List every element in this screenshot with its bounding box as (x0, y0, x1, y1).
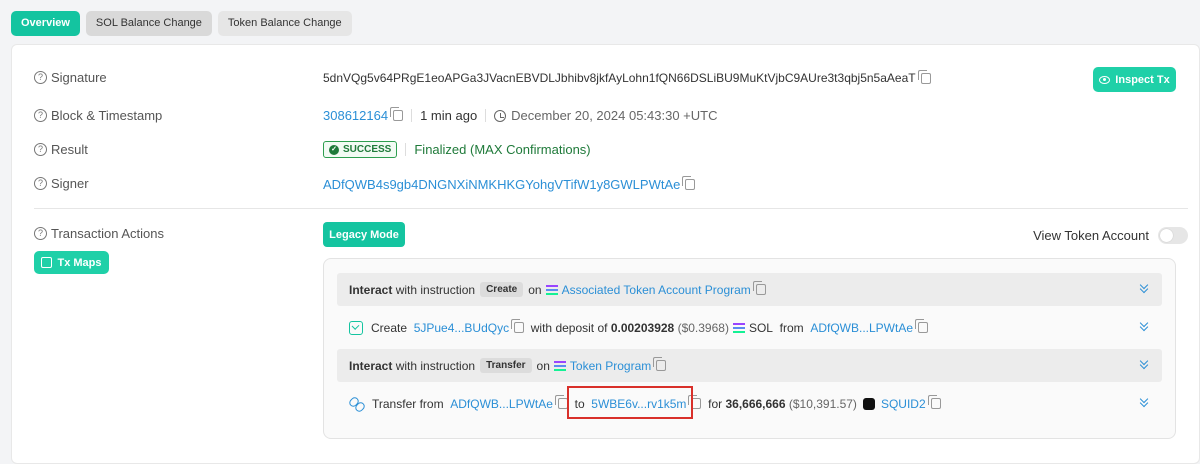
signer-label-row: ? Signer (34, 176, 89, 191)
block-value-row: 308612164 1 min ago December 20, 2024 05… (323, 107, 718, 123)
block-number-link[interactable]: 308612164 (323, 108, 388, 123)
from-text: from (779, 320, 804, 335)
block-label: Block & Timestamp (51, 108, 163, 123)
chevron-down-icon[interactable] (1139, 283, 1150, 294)
chevron-down-icon[interactable] (1139, 397, 1150, 408)
actions-label: Transaction Actions (51, 226, 164, 241)
eye-icon (1099, 75, 1111, 84)
for-text: for (708, 396, 723, 411)
divider (485, 109, 487, 122)
copy-icon[interactable] (653, 357, 667, 371)
deposit-amount: 0.00203928 (610, 320, 675, 335)
view-token-account-label: View Token Account (1033, 228, 1149, 243)
map-icon (41, 257, 53, 268)
tab-bar: Overview SOL Balance Change Token Balanc… (11, 11, 352, 36)
signature-label-row: ? Signature (34, 70, 107, 85)
inspect-tx-button[interactable]: Inspect Tx (1093, 67, 1176, 92)
program-link[interactable]: Token Program (570, 359, 651, 373)
action-row-interact-transfer: Interact with instruction Transfer on To… (337, 349, 1162, 382)
with-instruction-text: with instruction (395, 282, 476, 297)
tx-maps-label: Tx Maps (57, 256, 102, 269)
chevron-down-icon[interactable] (1139, 359, 1150, 370)
inspect-tx-label: Inspect Tx (1115, 73, 1170, 86)
help-icon: ? (34, 109, 47, 122)
instruction-badge: Transfer (480, 358, 532, 373)
copy-icon[interactable] (682, 176, 696, 190)
copy-icon[interactable] (917, 69, 931, 84)
interact-text: Interact (349, 282, 393, 297)
section-divider (34, 208, 1188, 209)
with-instruction-text: with instruction (395, 358, 476, 373)
create-verb: Create (371, 320, 408, 335)
solana-icon (553, 360, 566, 371)
copy-icon[interactable] (915, 319, 928, 333)
divider (411, 109, 413, 122)
deposit-token: SOL (748, 320, 773, 335)
chevron-down-icon[interactable] (1139, 321, 1150, 332)
result-value-row: ✓ SUCCESS Finalized (MAX Confirmations) (323, 141, 591, 158)
tab-token-balance-change[interactable]: Token Balance Change (217, 11, 352, 36)
block-ago: 1 min ago (420, 108, 478, 123)
check-circle-icon: ✓ (329, 144, 339, 155)
interact-text: Interact (349, 358, 393, 373)
solana-icon (732, 322, 745, 333)
divider (405, 143, 407, 156)
status-text: SUCCESS (343, 144, 392, 155)
tab-sol-balance-change[interactable]: SOL Balance Change (85, 11, 212, 36)
result-label-row: ? Result (34, 142, 88, 157)
token-link[interactable]: SQUID2 (881, 397, 926, 411)
copy-icon[interactable] (927, 395, 941, 409)
action-row-interact-create: Interact with instruction Create on Asso… (337, 273, 1162, 306)
action-row-transfer: Transfer from ADfQWB...LPWtAe to 5WBE6v.… (337, 387, 1162, 420)
signer-label: Signer (51, 176, 89, 191)
signature-label: Signature (51, 70, 107, 85)
tx-maps-button[interactable]: Tx Maps (34, 251, 109, 274)
link-icon (349, 396, 364, 411)
copy-icon[interactable] (511, 319, 525, 333)
help-icon: ? (34, 71, 47, 84)
signature-value: 5dnVQg5v64PRgE1eoAPGa3JVacnEBVDLJbhibv8j… (323, 71, 916, 85)
actions-panel: Interact with instruction Create on Asso… (323, 258, 1176, 439)
squid-token-icon (862, 397, 875, 410)
action-row-create: Create 5JPue4...BUdQyc with deposit of 0… (337, 311, 1162, 344)
signature-value-row: 5dnVQg5v64PRgE1eoAPGa3JVacnEBVDLJbhibv8j… (323, 69, 931, 85)
block-timestamp: December 20, 2024 05:43:30 +UTC (511, 108, 718, 123)
help-icon: ? (34, 227, 47, 240)
new-account-link[interactable]: 5JPue4...BUdQyc (414, 321, 509, 335)
deposit-usd: ($0.3968) (677, 320, 729, 335)
from-account-link[interactable]: ADfQWB...LPWtAe (450, 397, 553, 411)
actions-label-row: ? Transaction Actions (34, 226, 164, 241)
clock-icon (494, 109, 507, 122)
block-label-row: ? Block & Timestamp (34, 108, 162, 123)
copy-icon[interactable] (752, 281, 766, 295)
program-link[interactable]: Associated Token Account Program (562, 283, 751, 297)
on-text: on (528, 282, 542, 297)
view-token-account-toggle[interactable] (1158, 227, 1188, 244)
from-account-link[interactable]: ADfQWB...LPWtAe (810, 321, 913, 335)
legacy-mode-button[interactable]: Legacy Mode (323, 222, 405, 247)
help-icon: ? (34, 143, 47, 156)
help-icon: ? (34, 177, 47, 190)
view-token-account-toggle-row: View Token Account (1033, 227, 1188, 244)
with-deposit-text: with deposit of (530, 320, 608, 335)
result-label: Result (51, 142, 88, 157)
signer-value-row: ADfQWB4s9gb4DNGNXiNMKHKGYohgVTifW1y8GWLP… (323, 176, 696, 192)
on-text: on (536, 358, 550, 373)
transfer-usd: ($10,391.57) (788, 396, 857, 411)
instruction-badge: Create (480, 282, 524, 297)
tab-overview[interactable]: Overview (11, 11, 80, 36)
finality-text: Finalized (MAX Confirmations) (414, 142, 591, 157)
transfer-from-text: Transfer from (372, 396, 444, 411)
copy-icon[interactable] (390, 107, 404, 121)
signer-link[interactable]: ADfQWB4s9gb4DNGNXiNMKHKGYohgVTifW1y8GWLP… (323, 177, 680, 192)
transfer-amount: 36,666,666 (725, 396, 786, 411)
status-badge: ✓ SUCCESS (323, 141, 398, 158)
solana-icon (545, 284, 558, 295)
download-icon (349, 320, 363, 335)
highlight-box (567, 386, 693, 419)
